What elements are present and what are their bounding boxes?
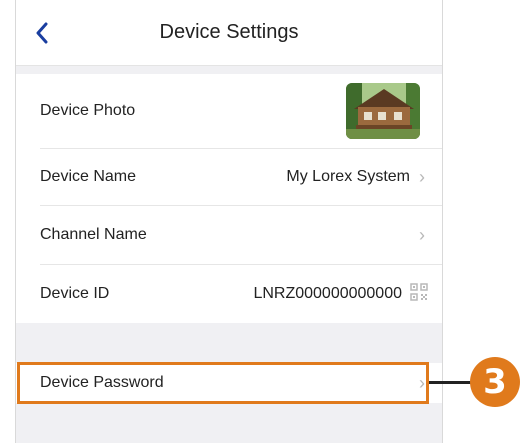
device-password-row[interactable]: Device Password › [16,363,442,403]
device-name-row[interactable]: Device Name My Lorex System › [16,149,442,205]
device-id-row: Device ID LNRZ000000000000 [16,265,442,323]
channel-name-label: Channel Name [40,226,147,243]
device-id-label: Device ID [40,285,110,302]
chevron-left-icon [36,22,48,44]
device-photo-label: Device Photo [40,102,136,119]
device-photo-row[interactable]: Device Photo [16,74,442,148]
channel-name-row[interactable]: Channel Name › [16,206,442,264]
callout-number: 3 [483,362,507,402]
device-photo-thumbnail[interactable] [346,83,420,139]
back-button[interactable] [30,18,54,48]
page-title: Device Settings [159,21,299,43]
chevron-right-icon: › [419,372,425,393]
device-name-value: My Lorex System [286,168,410,185]
qr-code-icon[interactable] [410,282,428,306]
device-id-value: LNRZ000000000000 [253,285,402,302]
section-gap [16,323,442,363]
chevron-right-icon: › [419,224,425,245]
device-password-label: Device Password [40,374,164,391]
chevron-right-icon: › [419,166,425,187]
settings-screen: Device Settings Device Photo Device Name [15,0,443,443]
section-gap [16,403,442,443]
device-name-label: Device Name [40,168,137,185]
header-bar: Device Settings [16,0,442,66]
section-gap [16,66,442,74]
callout-badge: 3 [470,357,520,407]
